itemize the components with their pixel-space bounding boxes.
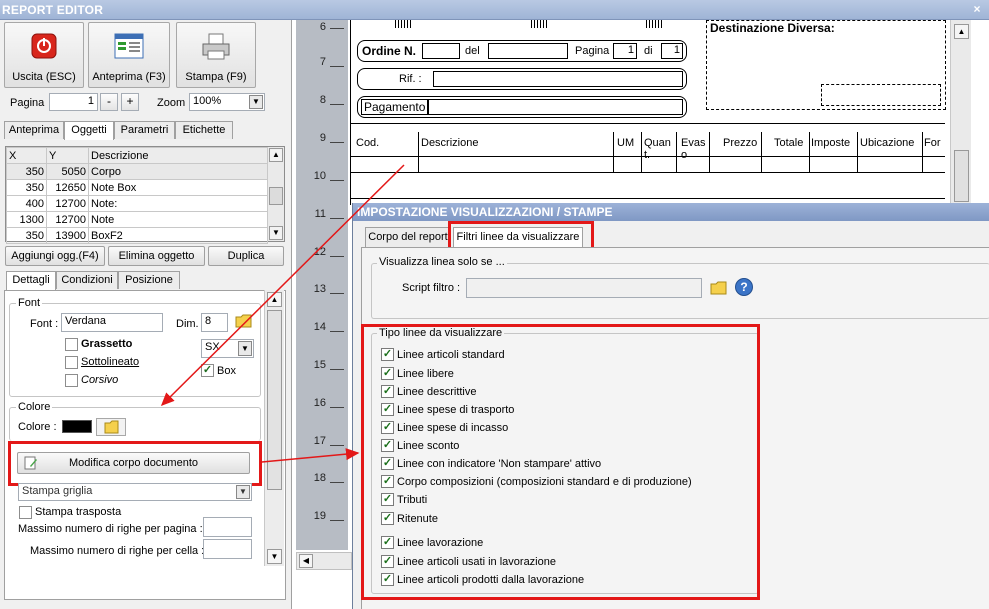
arrow-to-edit-body: [160, 164, 405, 407]
annotation-arrows: [160, 164, 405, 463]
arrow-to-line-types: [261, 448, 360, 463]
